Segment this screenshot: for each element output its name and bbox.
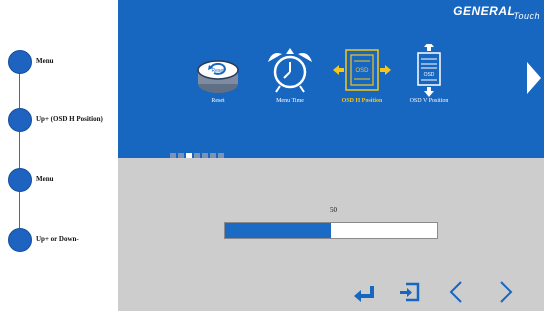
menu-item-reset[interactable]: Reset Reset xyxy=(182,44,254,104)
menu-item-label: OSD H Position xyxy=(341,98,383,104)
step-1: Menu xyxy=(8,50,118,74)
step-label: Up+ or Down- xyxy=(36,235,79,243)
osd-panel: GENERALTouch Reset Reset Menu Time OSD O… xyxy=(118,0,544,311)
menu-item-osd-v-position[interactable]: OSD OSD V Position xyxy=(393,41,465,104)
step-marker xyxy=(8,228,32,252)
step-3: Menu xyxy=(8,168,118,192)
slider-fill xyxy=(225,223,331,238)
svg-text:Reset: Reset xyxy=(211,68,225,74)
left-arrow-icon[interactable] xyxy=(444,280,470,304)
step-marker xyxy=(8,50,32,74)
slider-value: 50 xyxy=(330,206,337,214)
osd-v-position-icon: OSD xyxy=(417,41,441,97)
menu-item-menu-time[interactable]: Menu Time xyxy=(254,44,326,104)
osd-h-position-icon: OSD xyxy=(333,49,391,91)
svg-text:OSD: OSD xyxy=(424,72,435,78)
step-label: Menu xyxy=(36,57,54,65)
step-marker xyxy=(8,168,32,192)
enter-icon[interactable] xyxy=(352,280,378,304)
menu-item-osd-h-position[interactable]: OSD OSD H Position xyxy=(326,44,398,104)
next-page-arrow-icon[interactable] xyxy=(527,62,541,94)
step-label: Up+ (OSD H Position) xyxy=(36,115,103,123)
brand-sub: Touch xyxy=(513,11,540,21)
exit-icon[interactable] xyxy=(396,280,422,304)
menu-item-label: OSD V Position xyxy=(409,98,449,104)
reset-icon: Reset xyxy=(197,60,239,93)
step-guide: Menu Up+ (OSD H Position) Menu Up+ or Do… xyxy=(0,0,118,311)
svg-text:OSD: OSD xyxy=(355,68,369,74)
guide-connector-line xyxy=(19,58,20,240)
brand-logo: GENERALTouch xyxy=(453,4,540,21)
right-arrow-icon[interactable] xyxy=(492,280,518,304)
osd-menu-bar: GENERALTouch Reset Reset Menu Time OSD O… xyxy=(118,0,544,159)
menu-item-label: Reset xyxy=(211,98,225,104)
step-label: Menu xyxy=(36,175,54,183)
brand-main: GENERAL xyxy=(453,4,516,18)
position-slider[interactable] xyxy=(224,222,438,239)
step-2: Up+ (OSD H Position) xyxy=(8,108,118,132)
step-4: Up+ or Down- xyxy=(8,228,118,252)
menu-item-label: Menu Time xyxy=(276,98,304,104)
alarm-clock-icon xyxy=(268,48,312,93)
step-marker xyxy=(8,108,32,132)
